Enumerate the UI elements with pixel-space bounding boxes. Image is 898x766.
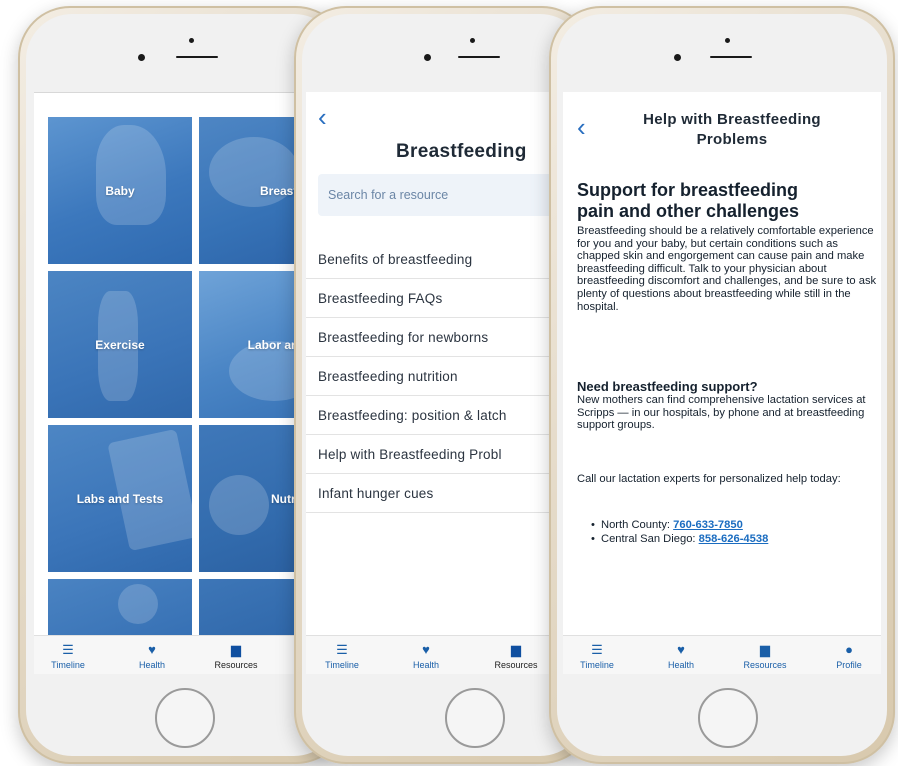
front-sensor-icon [725, 38, 730, 43]
tab-profile[interactable]: ● Profile [819, 642, 879, 670]
list-icon: ☰ [591, 642, 603, 657]
tile-label: Baby [105, 183, 135, 198]
tile-baby[interactable]: Baby [48, 117, 192, 264]
phone-article: ‹ Help with Breastfeeding Problems Suppo… [549, 6, 895, 764]
search-input[interactable] [318, 174, 578, 216]
food-illustration [209, 475, 269, 535]
back-chevron-icon[interactable]: ‹ [318, 104, 327, 130]
support-heading: Need breastfeeding support? [577, 379, 758, 394]
article-paragraph-2: New mothers can find comprehensive lacta… [577, 394, 866, 432]
list-item-hunger-cues[interactable]: Infant hunger cues [306, 474, 584, 513]
screen: ‹ Breastfeeding Benefits of breastfeedin… [306, 92, 584, 674]
list-item-position-latch[interactable]: Breastfeeding: position & latch [306, 396, 584, 435]
heart-icon: ♥ [422, 642, 430, 657]
home-button[interactable] [698, 688, 758, 748]
article-paragraph-3: Call our lactation experts for personali… [577, 473, 841, 485]
tile-more-1[interactable] [48, 579, 192, 639]
home-button[interactable] [445, 688, 505, 748]
list-item-benefits[interactable]: Benefits of breastfeeding [306, 240, 584, 279]
tab-timeline[interactable]: ☰ Timeline [38, 642, 98, 670]
screen: ‹ Help with Breastfeeding Problems Suppo… [563, 92, 881, 674]
tab-bar: ☰ Timeline ♥ Health ▆ Resources ● Profil… [563, 635, 881, 674]
contact-list: North County: 760-633-7850 Central San D… [589, 519, 879, 546]
phone-body: ‹ Breastfeeding Benefits of breastfeedin… [302, 14, 586, 756]
tab-health[interactable]: ♥ Health [122, 642, 182, 670]
tile-label: Exercise [95, 337, 145, 352]
list-icon: ☰ [336, 642, 348, 657]
phone-body: Baby Breastfeed Exercise Labor and De La… [26, 14, 340, 756]
search-box [318, 174, 578, 216]
front-sensor-icon [470, 38, 475, 43]
app-showcase: Baby Breastfeed Exercise Labor and De La… [0, 0, 898, 766]
tab-timeline[interactable]: ☰ Timeline [312, 642, 372, 670]
phone-link-central-san-diego[interactable]: 858-626-4538 [699, 533, 769, 545]
heart-icon: ♥ [148, 642, 156, 657]
person-illustration [118, 584, 158, 624]
folder-icon: ▆ [511, 642, 521, 657]
baby-illustration [96, 125, 166, 225]
header-line-1: Help with Breastfeeding [643, 111, 821, 128]
heart-icon: ♥ [677, 642, 685, 657]
folder-icon: ▆ [760, 642, 770, 657]
list-item-problems[interactable]: Help with Breastfeeding Probl [306, 435, 584, 474]
tab-resources[interactable]: ▆ Resources [486, 642, 546, 670]
tab-timeline[interactable]: ☰ Timeline [567, 642, 627, 670]
front-sensor-icon [189, 38, 194, 43]
phone-link-north-county[interactable]: 760-633-7850 [673, 519, 743, 531]
home-button[interactable] [155, 688, 215, 748]
earpiece-speaker-icon [458, 56, 500, 58]
front-camera-icon [424, 54, 431, 61]
header-line-2: Problems [696, 131, 768, 148]
tile-label: Labs and Tests [76, 491, 164, 506]
article-paragraph-1: Breastfeeding should be a relatively com… [577, 225, 877, 313]
article-heading: Support for breastfeeding pain and other… [577, 180, 800, 221]
list-item-faqs[interactable]: Breastfeeding FAQs [306, 279, 584, 318]
folder-icon: ▆ [231, 642, 241, 657]
front-camera-icon [138, 54, 145, 61]
list-item-newborns[interactable]: Breastfeeding for newborns [306, 318, 584, 357]
page-title: Breastfeeding [396, 141, 527, 162]
tile-labs-tests[interactable]: Labs and Tests [48, 425, 192, 572]
tab-health[interactable]: ♥ Health [651, 642, 711, 670]
front-camera-icon [674, 54, 681, 61]
tab-bar: ☰ Timeline ♥ Health ▆ Resources [306, 635, 584, 674]
tab-health[interactable]: ♥ Health [396, 642, 456, 670]
tab-resources[interactable]: ▆ Resources [735, 642, 795, 670]
tile-exercise[interactable]: Exercise [48, 271, 192, 418]
contact-central-san-diego: Central San Diego: 858-626-4538 [589, 533, 879, 547]
phone-body: ‹ Help with Breastfeeding Problems Suppo… [557, 14, 887, 756]
back-chevron-icon[interactable]: ‹ [577, 114, 586, 140]
earpiece-speaker-icon [176, 56, 218, 58]
page-header: Help with Breastfeeding Problems [601, 110, 863, 150]
person-icon: ● [845, 642, 853, 657]
earpiece-speaker-icon [710, 56, 752, 58]
list-icon: ☰ [62, 642, 74, 657]
contact-north-county: North County: 760-633-7850 [589, 519, 879, 533]
tab-resources[interactable]: ▆ Resources [206, 642, 266, 670]
list-item-nutrition[interactable]: Breastfeeding nutrition [306, 357, 584, 396]
document-illustration [107, 428, 192, 552]
